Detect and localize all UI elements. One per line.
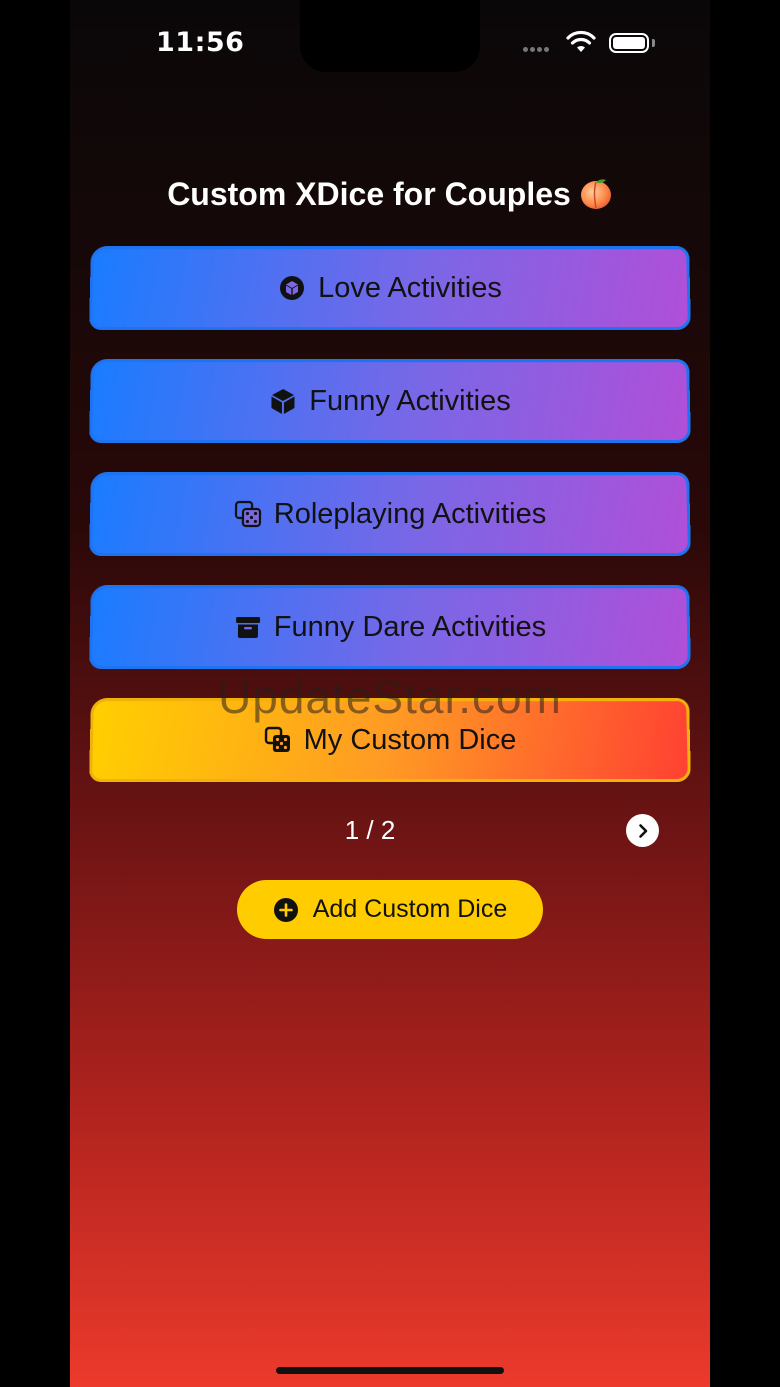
- cube-icon: [269, 387, 297, 415]
- app-screen: 11:56 Custom XDice for Couples Love Acti…: [70, 0, 710, 1387]
- dice-button-love-activities[interactable]: Love Activities: [89, 246, 691, 331]
- dice-button-label: Roleplaying Activities: [273, 497, 547, 530]
- dice-button-label: Love Activities: [318, 271, 503, 304]
- dice-button-label: My Custom Dice: [303, 723, 517, 756]
- plus-circle-icon: [273, 897, 299, 923]
- dice-button-funny-activities[interactable]: Funny Activities: [89, 359, 691, 444]
- dice-icon: [234, 500, 262, 528]
- next-page-button[interactable]: [626, 814, 659, 847]
- battery-icon: [609, 33, 649, 53]
- watermark: UpdateStar.com: [218, 671, 562, 723]
- dice-stack-icon: [264, 726, 292, 754]
- archive-box-icon: [234, 613, 262, 641]
- dynamic-island: [300, 0, 480, 72]
- home-indicator[interactable]: [276, 1367, 504, 1374]
- page-indicator: 1 / 2: [344, 815, 396, 845]
- add-custom-dice-button[interactable]: Add Custom Dice: [237, 880, 543, 939]
- cube-circle-icon: [278, 274, 306, 302]
- add-custom-dice-label: Add Custom Dice: [312, 895, 508, 923]
- battery-cap: [652, 39, 655, 47]
- dice-button-funny-dare-activities[interactable]: Funny Dare Activities: [89, 585, 691, 670]
- page-title: Custom XDice for Couples: [70, 176, 710, 213]
- page-title-text: Custom XDice for Couples: [167, 176, 571, 212]
- dice-button-roleplaying-activities[interactable]: Roleplaying Activities: [89, 472, 691, 557]
- peach-icon: [580, 179, 611, 209]
- wifi-icon: [566, 30, 596, 52]
- dice-button-label: Funny Dare Activities: [273, 610, 547, 643]
- dice-button-label: Funny Activities: [309, 384, 511, 417]
- cellular-signal-icon: [523, 47, 551, 65]
- status-bar: 11:56: [70, 0, 710, 90]
- status-time: 11:56: [156, 27, 245, 58]
- chevron-right-icon: [638, 823, 647, 838]
